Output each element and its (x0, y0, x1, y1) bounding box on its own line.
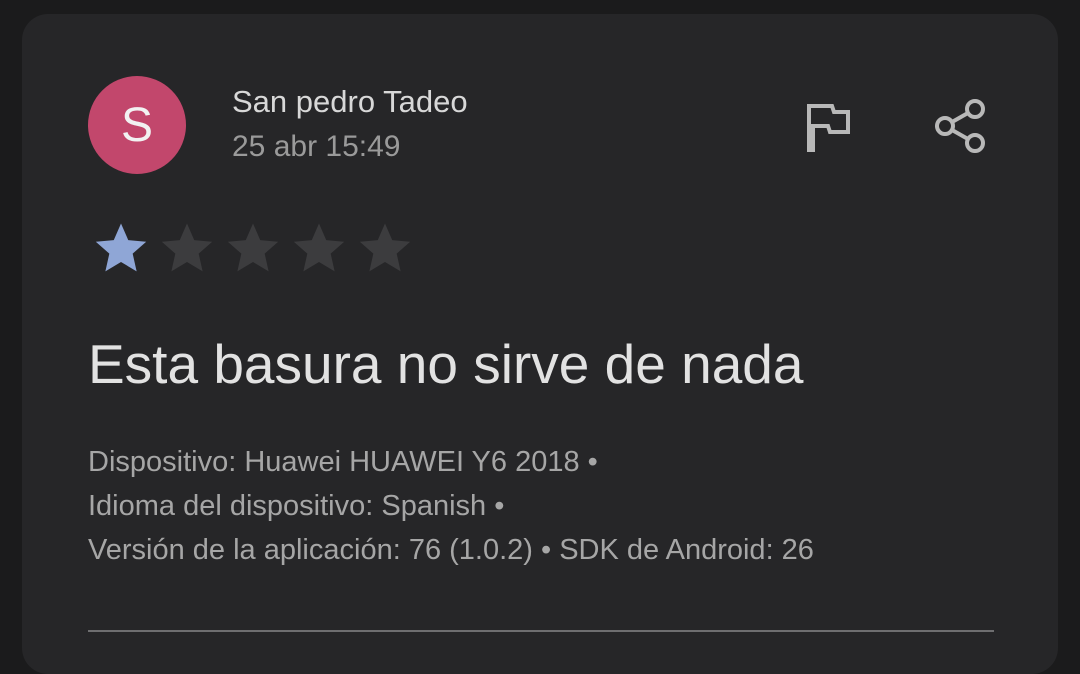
star-icon (359, 223, 411, 272)
device-line: Dispositivo: Huawei HUAWEI Y6 2018 • (88, 446, 598, 478)
star-icon (227, 223, 279, 272)
report-button[interactable] (800, 98, 858, 156)
avatar: S (88, 76, 186, 174)
avatar-letter: S (120, 98, 153, 152)
version-line: Versión de la aplicación: 76 (1.0.2) • S… (88, 534, 814, 566)
language-line: Idioma del dispositivo: Spanish • (88, 490, 505, 522)
divider (88, 630, 994, 632)
review-date: 25 abr 15:49 (232, 130, 401, 163)
star-icon (95, 223, 147, 272)
review-text: Esta basura no sirve de nada (88, 333, 804, 395)
star-icon (293, 223, 345, 272)
star-rating (92, 220, 414, 276)
share-button[interactable] (930, 96, 990, 156)
star-icon (161, 223, 213, 272)
flag-icon (807, 104, 850, 152)
author-name: San pedro Tadeo (232, 84, 468, 119)
share-icon (935, 99, 985, 153)
device-info: Dispositivo: Huawei HUAWEI Y6 2018 • Idi… (88, 440, 814, 572)
